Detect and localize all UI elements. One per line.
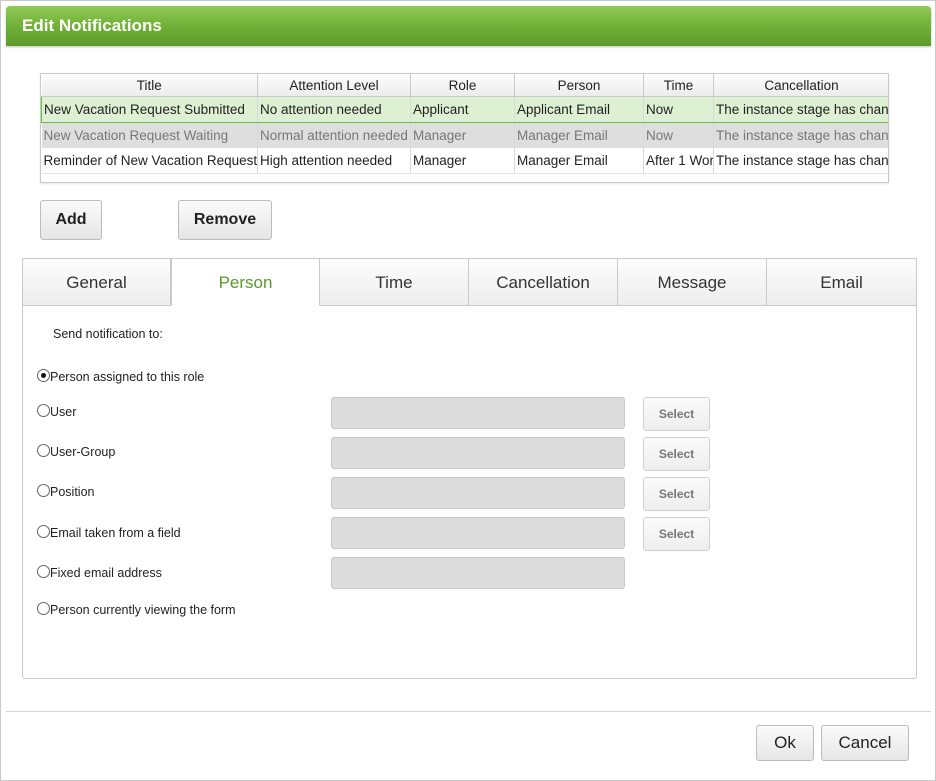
table-row[interactable]: New Vacation Request Waiting Normal atte…	[41, 122, 888, 148]
add-button[interactable]: Add	[40, 200, 102, 240]
cell-cancellation: The instance stage has changed	[713, 122, 888, 148]
email-field-selector[interactable]	[331, 517, 625, 549]
option-fixed-email[interactable]: Fixed email address	[37, 565, 162, 580]
edit-notifications-dialog: Edit Notifications Title Attention Level…	[0, 0, 936, 781]
cell-title: Reminder of New Vacation Request	[41, 148, 258, 174]
select-user-group-button[interactable]: Select	[643, 437, 710, 471]
option-user-group[interactable]: User-Group	[37, 444, 115, 459]
cancel-button[interactable]: Cancel	[821, 725, 909, 761]
cell-role: Applicant	[410, 96, 515, 123]
column-header-role[interactable]: Role	[410, 74, 515, 97]
notification-settings-tabs: General Person Time Cancellation Message…	[22, 258, 917, 679]
option-label: User-Group	[50, 445, 116, 459]
cell-time: Now	[643, 96, 714, 123]
option-label: Fixed email address	[50, 566, 162, 580]
tab-cancellation[interactable]: Cancellation	[469, 259, 618, 306]
radio-icon[interactable]	[37, 525, 50, 538]
cell-cancellation: The instance stage has changed	[713, 148, 888, 174]
radio-icon[interactable]	[37, 484, 50, 497]
option-label: Person assigned to this role	[50, 370, 205, 384]
tab-message[interactable]: Message	[618, 259, 767, 306]
option-label: Email taken from a field	[50, 526, 181, 540]
tab-strip: General Person Time Cancellation Message…	[23, 259, 916, 307]
cell-attention-level: High attention needed	[257, 148, 411, 174]
option-label: User	[50, 405, 77, 419]
notifications-table: Title Attention Level Role Person Time C…	[40, 73, 889, 183]
cell-attention-level: No attention needed	[257, 96, 411, 123]
column-header-person[interactable]: Person	[514, 74, 644, 97]
option-label: Position	[50, 485, 95, 499]
column-header-title[interactable]: Title	[41, 74, 258, 97]
cell-person: Manager Email	[514, 148, 644, 174]
send-notification-label: Send notification to:	[53, 327, 163, 341]
fixed-email-input[interactable]	[331, 557, 625, 589]
user-group-field[interactable]	[331, 437, 625, 469]
user-field[interactable]	[331, 397, 625, 429]
cell-role: Manager	[410, 122, 515, 148]
table-row[interactable]: New Vacation Request Submitted No attent…	[41, 96, 888, 123]
tab-email[interactable]: Email	[767, 259, 916, 306]
cell-person: Applicant Email	[514, 96, 644, 123]
option-user[interactable]: User	[37, 404, 76, 419]
cell-title: New Vacation Request Waiting	[41, 122, 258, 148]
cell-cancellation: The instance stage has changed	[713, 96, 888, 123]
position-field[interactable]	[331, 477, 625, 509]
dialog-title: Edit Notifications	[22, 16, 162, 35]
table-header-row: Title Attention Level Role Person Time C…	[41, 74, 888, 97]
cell-person: Manager Email	[514, 122, 644, 148]
dialog-title-bar[interactable]: Edit Notifications	[6, 6, 931, 46]
remove-button[interactable]: Remove	[178, 200, 272, 240]
footer-divider	[6, 711, 931, 712]
radio-icon[interactable]	[37, 565, 50, 578]
radio-icon[interactable]	[37, 444, 50, 457]
option-person-viewing-form[interactable]: Person currently viewing the form	[37, 602, 236, 617]
tab-person[interactable]: Person	[171, 259, 320, 306]
cell-time: Now	[643, 122, 714, 148]
tab-time[interactable]: Time	[320, 259, 469, 306]
radio-selected-icon[interactable]	[37, 369, 50, 382]
option-position[interactable]: Position	[37, 484, 94, 499]
select-user-button[interactable]: Select	[643, 397, 710, 431]
table-row[interactable]: Reminder of New Vacation Request High at…	[41, 148, 888, 174]
column-header-attention-level[interactable]: Attention Level	[257, 74, 411, 97]
cell-role: Manager	[410, 148, 515, 174]
cell-time: After 1 Working Day	[643, 148, 714, 174]
cell-attention-level: Normal attention needed	[257, 122, 411, 148]
select-email-field-button[interactable]: Select	[643, 517, 710, 551]
radio-icon[interactable]	[37, 404, 50, 417]
option-label: Person currently viewing the form	[50, 603, 236, 617]
cell-title: New Vacation Request Submitted	[41, 96, 258, 123]
option-email-from-field[interactable]: Email taken from a field	[37, 525, 181, 540]
column-header-time[interactable]: Time	[643, 74, 714, 97]
option-person-assigned-role[interactable]: Person assigned to this role	[37, 369, 204, 384]
select-position-button[interactable]: Select	[643, 477, 710, 511]
tab-general[interactable]: General	[23, 259, 171, 306]
radio-icon[interactable]	[37, 602, 50, 615]
column-header-cancellation[interactable]: Cancellation	[713, 74, 888, 97]
ok-button[interactable]: Ok	[756, 725, 814, 761]
